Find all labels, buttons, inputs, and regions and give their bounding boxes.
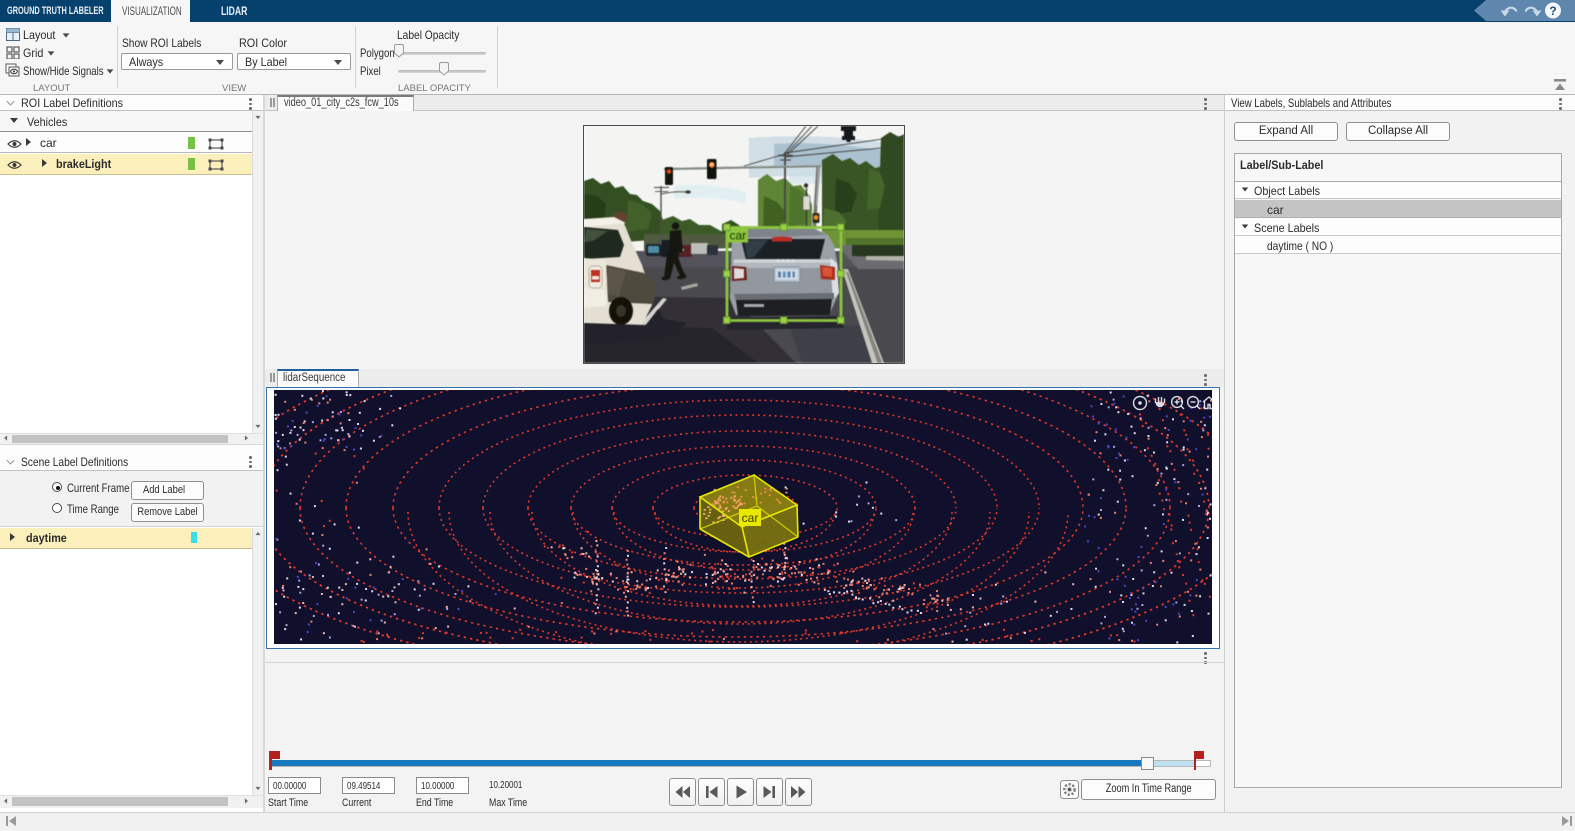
svg-text:?: ? xyxy=(1549,4,1556,18)
svg-text:car: car xyxy=(730,229,747,243)
svg-text:car: car xyxy=(742,511,759,525)
